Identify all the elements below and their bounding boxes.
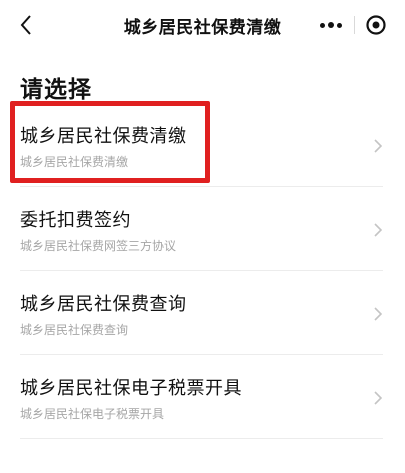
highlight-box: [10, 101, 210, 183]
chevron-right-icon: [374, 307, 383, 321]
chevron-right-icon: [374, 139, 383, 153]
more-button[interactable]: [318, 16, 344, 34]
list-item-signing[interactable]: 委托扣费签约 城乡居民社保费网签三方协议: [0, 190, 405, 270]
list-item-title: 委托扣费签约: [20, 210, 131, 231]
section-heading: 请选择: [20, 77, 92, 103]
list-divider: [20, 186, 383, 187]
chevron-right-icon: [374, 223, 383, 237]
list-item-subtitle: 城乡居民社保费查询: [20, 323, 129, 337]
list-item-subtitle: 城乡居民社保电子税票开具: [20, 407, 165, 421]
navigation-bar: 城乡居民社保费清缴: [0, 0, 405, 50]
chevron-right-icon: [374, 391, 383, 405]
more-dots-icon: [320, 22, 325, 28]
nav-divider: [354, 16, 355, 34]
list-item-title: 城乡居民社保电子税票开具: [20, 378, 242, 399]
list-divider: [20, 438, 383, 439]
close-button[interactable]: [364, 13, 388, 37]
list-divider: [20, 354, 383, 355]
list-item-e-tax-receipt[interactable]: 城乡居民社保电子税票开具 城乡居民社保电子税票开具: [0, 358, 405, 438]
list-item-subtitle: 城乡居民社保费网签三方协议: [20, 239, 177, 253]
list-divider: [20, 270, 383, 271]
more-dots-icon: [328, 22, 334, 28]
more-dots-icon: [337, 22, 342, 28]
list-item-query[interactable]: 城乡居民社保费查询 城乡居民社保费查询: [0, 274, 405, 354]
target-circle-icon: [366, 15, 386, 35]
page-title: 城乡居民社保费清缴: [123, 18, 282, 38]
list-item-title: 城乡居民社保费查询: [20, 294, 187, 315]
